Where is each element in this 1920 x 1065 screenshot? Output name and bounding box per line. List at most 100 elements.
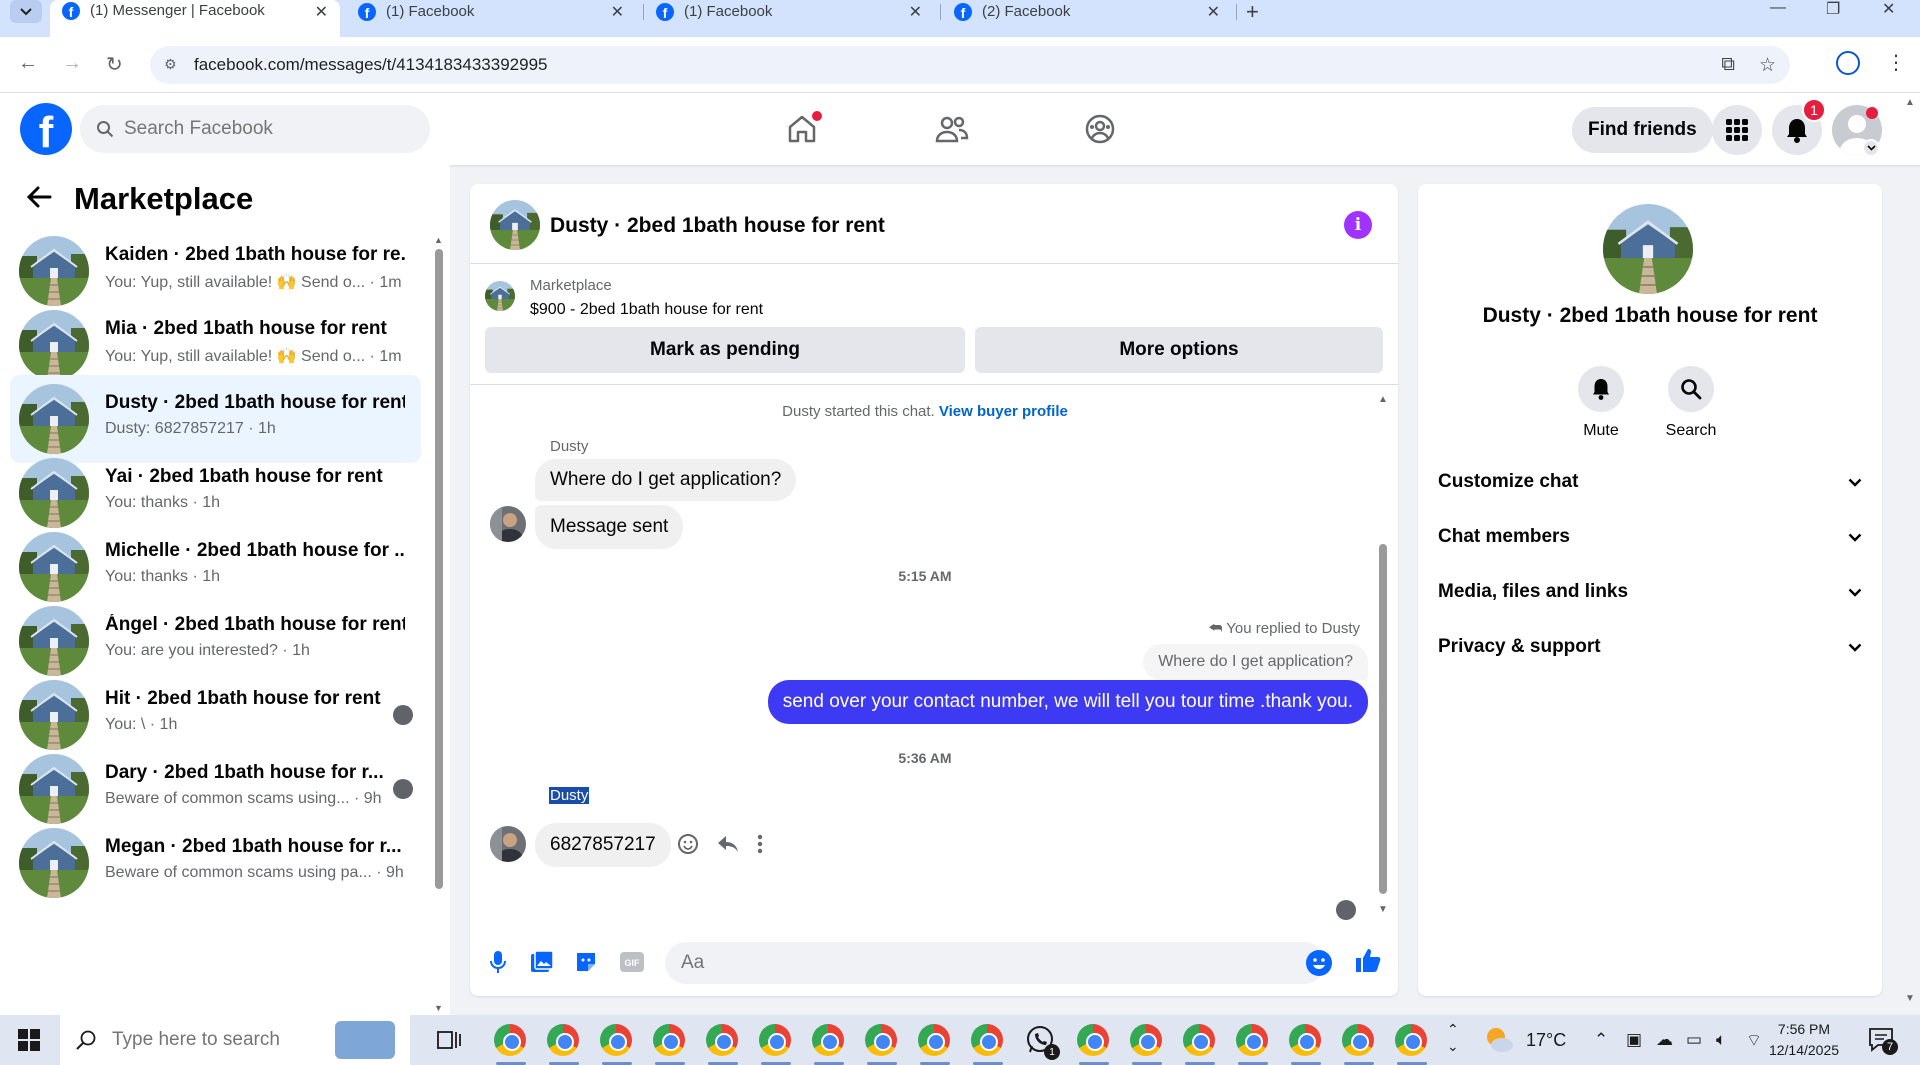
new-tab-button[interactable]: + — [1246, 0, 1259, 25]
microphone-icon[interactable] — [486, 950, 510, 974]
chrome-app-icon[interactable] — [865, 1024, 899, 1065]
sender-avatar[interactable] — [490, 826, 526, 862]
minimize-button[interactable]: — — [1770, 0, 1786, 17]
action-center-icon[interactable]: 7 — [1868, 1027, 1898, 1058]
scroll-down-icon[interactable]: ▼ — [1905, 993, 1915, 1004]
meet-now-icon[interactable]: ▣ — [1626, 1030, 1642, 1050]
tab-facebook-1[interactable]: f (1) Facebook ✕ — [346, 0, 636, 23]
chrome-app-icon[interactable] — [600, 1024, 634, 1065]
more-options-button[interactable]: More options — [975, 327, 1383, 373]
browser-profile-icon[interactable] — [1836, 51, 1860, 75]
chrome-app-icon[interactable] — [494, 1024, 528, 1065]
scroll-up-icon[interactable]: ▲ — [434, 235, 443, 245]
more-vertical-icon[interactable] — [757, 834, 763, 854]
view-buyer-profile-link[interactable]: View buyer profile — [939, 403, 1068, 420]
page-scrollbar[interactable]: ▲ ▼ — [1900, 93, 1920, 1015]
mute-action[interactable]: Mute — [1566, 366, 1636, 440]
reply-icon[interactable] — [717, 834, 739, 854]
chrome-app-icon[interactable] — [971, 1024, 1005, 1065]
bookmark-star-icon[interactable]: ☆ — [1759, 54, 1776, 77]
listing-large-thumbnail[interactable] — [1603, 204, 1693, 294]
chrome-app-icon[interactable] — [547, 1024, 581, 1065]
tab-messenger[interactable]: f (1) Messenger | Facebook ✕ — [50, 0, 340, 37]
whatsapp-app-icon[interactable]: 1 — [1024, 1024, 1060, 1060]
reload-icon[interactable]: ↻ — [106, 52, 123, 77]
close-icon[interactable]: ✕ — [909, 2, 922, 22]
close-icon[interactable]: ✕ — [315, 2, 328, 22]
quoted-message[interactable]: Where do I get application? — [1143, 644, 1368, 680]
listing-small-thumbnail[interactable] — [485, 281, 515, 311]
back-arrow-icon[interactable]: ← — [18, 52, 38, 75]
groups-nav[interactable] — [1078, 109, 1122, 149]
mark-as-pending-button[interactable]: Mark as pending — [485, 327, 965, 373]
listing-price-title[interactable]: $900 - 2bed 1bath house for rent — [530, 301, 763, 319]
listing-thumbnail[interactable] — [490, 200, 540, 250]
sender-avatar[interactable] — [490, 506, 526, 542]
search-icon[interactable] — [1668, 366, 1714, 412]
scroll-down-icon[interactable]: ▼ — [434, 1003, 443, 1013]
taskbar-search-input[interactable] — [112, 1029, 362, 1051]
taskbar-clock[interactable]: 7:56 PM 12/14/2025 — [1758, 1019, 1850, 1061]
account-chevron[interactable] — [1862, 139, 1880, 157]
facebook-logo-icon[interactable]: f — [20, 103, 72, 155]
sticker-icon[interactable] — [574, 950, 598, 974]
gif-icon[interactable]: GIF — [620, 950, 644, 974]
emoji-icon[interactable] — [1306, 950, 1332, 976]
taskbar-overflow-arrows[interactable]: ⌃ ⌄ — [1447, 1021, 1459, 1055]
chat-scrollbar[interactable]: ▲ ▼ — [1377, 394, 1389, 915]
bell-icon[interactable] — [1578, 366, 1624, 412]
weather-icon[interactable] — [1482, 1023, 1516, 1057]
details-section-3[interactable]: Privacy & support — [1438, 627, 1862, 667]
chrome-app-icon[interactable] — [1130, 1024, 1164, 1065]
thumbs-up-icon[interactable] — [1354, 946, 1382, 981]
photo-icon[interactable] — [530, 950, 554, 974]
scroll-down-icon[interactable]: ▼ — [1378, 904, 1388, 915]
chrome-app-icon[interactable] — [653, 1024, 687, 1065]
site-settings-icon[interactable]: ⚙ — [164, 56, 182, 74]
chrome-app-icon[interactable] — [1342, 1024, 1376, 1065]
friends-nav[interactable] — [930, 109, 974, 149]
search-action[interactable]: Search — [1656, 366, 1726, 440]
chrome-app-icon[interactable] — [812, 1024, 846, 1065]
find-friends-button[interactable]: Find friends — [1572, 107, 1713, 153]
install-app-icon[interactable]: ⧉ — [1721, 54, 1735, 77]
outgoing-message[interactable]: send over your contact number, we will t… — [767, 680, 1368, 724]
browser-menu-icon[interactable]: ⋮ — [1886, 50, 1906, 75]
message-input[interactable] — [681, 952, 1241, 974]
details-section-2[interactable]: Media, files and links — [1438, 572, 1862, 612]
incoming-message[interactable]: Where do I get application? — [535, 459, 797, 501]
home-nav[interactable] — [780, 109, 824, 149]
info-icon[interactable]: i — [1344, 211, 1372, 239]
react-smiley-icon[interactable] — [677, 833, 699, 855]
menu-button[interactable] — [1712, 105, 1762, 155]
chrome-app-icon[interactable] — [918, 1024, 952, 1065]
close-icon[interactable]: ✕ — [611, 2, 624, 22]
chrome-app-icon[interactable] — [759, 1024, 793, 1065]
facebook-search[interactable] — [80, 105, 430, 153]
network-cloud-icon[interactable]: ☁ — [1656, 1030, 1673, 1050]
back-arrow-icon[interactable] — [26, 183, 52, 215]
url-text[interactable]: facebook.com/messages/t/4134183433392995 — [194, 55, 547, 75]
chat-title[interactable]: Dusty · 2bed 1bath house for rent — [550, 214, 885, 238]
windows-start-icon[interactable] — [18, 1029, 40, 1051]
chrome-app-icon[interactable] — [1077, 1024, 1111, 1065]
tab-facebook-2[interactable]: f (1) Facebook ✕ — [644, 0, 934, 23]
scroll-up-icon[interactable]: ▲ — [1378, 394, 1388, 405]
address-bar[interactable]: ⚙ facebook.com/messages/t/41341834333929… — [150, 46, 1790, 84]
scrollbar-thumb[interactable] — [1379, 544, 1387, 894]
battery-icon[interactable]: ▭ — [1686, 1030, 1702, 1050]
volume-icon[interactable]: 🔈︎ — [1716, 1030, 1726, 1050]
task-view-icon[interactable] — [437, 1029, 461, 1056]
taskbar-search[interactable] — [60, 1015, 410, 1065]
close-window-button[interactable]: ✕ — [1882, 0, 1895, 19]
chrome-app-icon[interactable] — [1183, 1024, 1217, 1065]
tab-facebook-3[interactable]: f (2) Facebook ✕ — [942, 0, 1232, 23]
scroll-up-icon[interactable]: ▲ — [1905, 97, 1915, 108]
search-input[interactable] — [124, 118, 404, 140]
chrome-app-icon[interactable] — [1289, 1024, 1323, 1065]
show-hidden-icons[interactable]: ⌃ — [1594, 1030, 1608, 1050]
restore-button[interactable]: ❐ — [1826, 0, 1840, 19]
tab-search-dropdown[interactable] — [10, 0, 42, 23]
temperature[interactable]: 17°C — [1526, 1030, 1566, 1051]
conversation-scrollbar[interactable]: ▲ ▼ — [434, 235, 444, 1013]
